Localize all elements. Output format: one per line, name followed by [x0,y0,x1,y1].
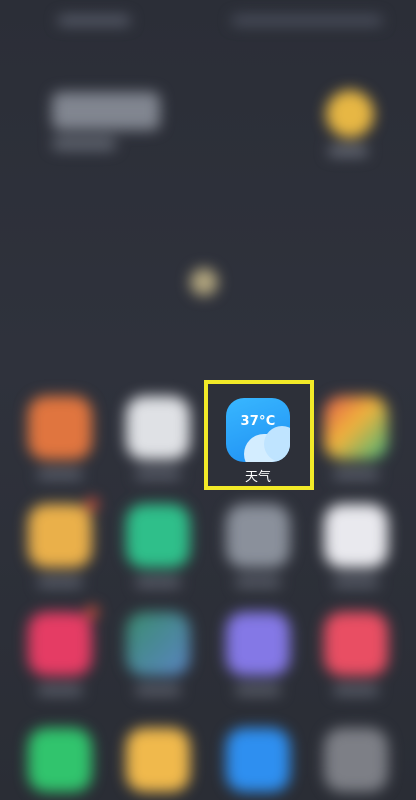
app-label [135,578,181,587]
app-icon-row2-4[interactable] [324,504,388,568]
app-label [333,686,379,695]
app-icon-row3-2[interactable] [126,612,190,676]
notification-badge [86,606,98,618]
app-icon-row3-3[interactable] [226,612,290,676]
weather-widget-label [328,146,368,156]
page-indicator-dot [190,268,218,296]
status-bar-right [232,16,382,25]
app-icon-row2-3[interactable] [226,504,290,568]
weather-widget-sun-icon [326,90,374,138]
app-label [37,578,83,587]
app-label [37,686,83,695]
app-icon-row2-1[interactable] [28,504,92,568]
cloud-temperature-icon[interactable]: 37°C [226,398,290,462]
app-label [333,578,379,587]
dock-phone-icon[interactable] [28,728,92,792]
app-icon-row1-1[interactable] [28,396,92,460]
app-label [235,578,281,587]
clock-widget-time [52,92,160,130]
app-icon-row1-2[interactable] [126,396,190,460]
notification-badge [86,498,98,510]
app-icon-row1-4[interactable] [324,396,388,460]
app-icon-row3-4[interactable] [324,612,388,676]
weather-app-label: 天气 [244,470,271,485]
app-icon-row3-1[interactable] [28,612,92,676]
weather-icon-temperature: 37°C [240,414,276,429]
dock-camera-icon[interactable] [324,728,388,792]
dock-messages-icon[interactable] [126,728,190,792]
status-bar-left [58,16,130,25]
dock-browser-icon[interactable] [226,728,290,792]
app-label [37,470,83,479]
app-label [135,470,181,479]
app-icon-row2-2[interactable] [126,504,190,568]
app-label [135,686,181,695]
app-label [235,686,281,695]
clock-widget-date [52,138,116,150]
app-label [333,470,379,479]
